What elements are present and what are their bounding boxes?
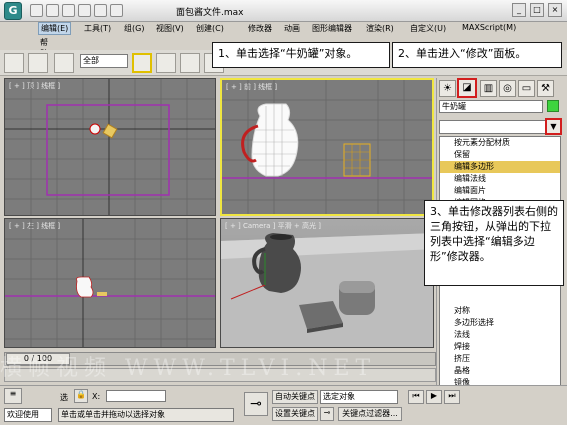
modifier-item[interactable]: 按元素分配材质 bbox=[440, 137, 560, 149]
modifier-item-edit-poly[interactable]: 编辑多边形 bbox=[440, 161, 560, 173]
modifier-item[interactable]: 保留 bbox=[440, 149, 560, 161]
modifier-item[interactable]: 法线 bbox=[440, 329, 560, 341]
play-icon[interactable]: ▶ bbox=[426, 390, 442, 404]
rectangle-selection-icon[interactable] bbox=[180, 53, 200, 73]
bind-spacewarp-icon[interactable] bbox=[54, 53, 74, 73]
key-mode-icon[interactable]: ⊸ bbox=[320, 407, 334, 421]
set-key-button[interactable]: 设置关键点 bbox=[272, 407, 318, 421]
modifier-item[interactable]: 晶格 bbox=[440, 365, 560, 377]
viewport-left[interactable]: [ + ] 左 ] 线框 ] bbox=[4, 218, 216, 348]
menu-animation[interactable]: 动画 bbox=[284, 23, 300, 34]
key-filters-button[interactable]: 关键点过滤器... bbox=[338, 407, 402, 421]
modifier-item[interactable]: 焊接 bbox=[440, 341, 560, 353]
track-bar-ruler[interactable] bbox=[4, 368, 436, 382]
menu-bar: 编辑(E) 工具(T) 组(G) 视图(V) 创建(C) 修改器 动画 图形编辑… bbox=[0, 22, 567, 36]
prompt-line: 单击或单击并拖动以选择对象 bbox=[58, 408, 234, 422]
motion-tab-icon[interactable]: ◎ bbox=[499, 80, 516, 97]
selected-object-dropdown[interactable]: 选定对象 bbox=[320, 390, 398, 404]
selection-lock-icon[interactable]: 🔒 bbox=[74, 389, 88, 403]
menu-create[interactable]: 创建(C) bbox=[196, 23, 224, 34]
viewport-top-grid bbox=[5, 79, 215, 215]
viewport-front[interactable]: [ + ] 前 ] 线框 ] bbox=[220, 78, 434, 216]
key-icon[interactable]: ⊸ bbox=[244, 392, 268, 416]
create-tab-sun-icon[interactable]: ☀ bbox=[439, 80, 456, 97]
undo-icon[interactable] bbox=[78, 4, 91, 17]
minimize-button[interactable]: _ bbox=[512, 3, 526, 17]
display-tab-icon[interactable]: ▭ bbox=[518, 80, 535, 97]
save-file-icon[interactable] bbox=[62, 4, 75, 17]
select-by-name-icon[interactable] bbox=[156, 53, 176, 73]
menu-views[interactable]: 视图(V) bbox=[156, 23, 184, 34]
modify-tab-icon[interactable]: ◪ bbox=[457, 78, 477, 98]
menu-edit[interactable]: 编辑(E) bbox=[38, 22, 72, 35]
app-logo-icon[interactable]: G bbox=[4, 2, 22, 20]
modifier-list-arrow-button[interactable]: ▼ bbox=[545, 118, 562, 135]
close-button[interactable]: × bbox=[548, 3, 562, 17]
selection-filter-dropdown[interactable]: 全部 bbox=[80, 54, 128, 68]
open-file-icon[interactable] bbox=[46, 4, 59, 17]
viewport-top[interactable]: [ + ] 顶 ] 线框 ] bbox=[4, 78, 216, 216]
undo-tool-icon[interactable] bbox=[4, 53, 24, 73]
select-object-icon[interactable] bbox=[132, 53, 152, 73]
modifier-item[interactable]: 编辑法线 bbox=[440, 173, 560, 185]
menu-modifiers[interactable]: 修改器 bbox=[248, 23, 272, 34]
new-file-icon[interactable] bbox=[30, 4, 43, 17]
menu-customize[interactable]: 自定义(U) bbox=[410, 23, 446, 34]
modifier-item[interactable] bbox=[440, 293, 560, 305]
object-color-swatch[interactable] bbox=[547, 100, 559, 112]
viewport-front-grid bbox=[222, 80, 432, 214]
title-bar: G 面包酱文件.max _ □ × bbox=[0, 0, 567, 22]
callout-step-2: 2、单击进入“修改”面板。 bbox=[392, 42, 562, 68]
menu-maxscript[interactable]: MAXScript(M) bbox=[462, 23, 516, 32]
maxscript-listener-icon[interactable]: ≡ bbox=[4, 388, 22, 404]
modifier-item[interactable]: 挤压 bbox=[440, 353, 560, 365]
callout-step-3: 3、单击修改器列表右侧的三角按钮，从弹出的下拉列表中选择“编辑多边形”修改器。 bbox=[424, 200, 564, 286]
x-coordinate-label: X: bbox=[92, 392, 101, 401]
status-bar: ≡ 欢迎使用 选 🔒 X: 单击或单击并拖动以选择对象 ⊸ 自动关键点 选定对象… bbox=[0, 385, 567, 425]
modifier-item[interactable]: 多边形选择 bbox=[440, 317, 560, 329]
window-title: 面包酱文件.max bbox=[176, 8, 244, 18]
viewport-perspective-scene bbox=[221, 233, 433, 347]
utilities-tab-icon[interactable]: ⚒ bbox=[537, 80, 554, 97]
x-coordinate-field[interactable] bbox=[106, 390, 166, 402]
hierarchy-tab-icon[interactable]: ▥ bbox=[480, 80, 497, 97]
menu-graph-editors[interactable]: 图形编辑器 bbox=[312, 23, 352, 34]
project-folder-icon[interactable] bbox=[110, 4, 123, 17]
welcome-field[interactable]: 欢迎使用 bbox=[4, 408, 52, 422]
redo-icon[interactable] bbox=[94, 4, 107, 17]
viewport-left-grid bbox=[5, 219, 215, 347]
modifier-item[interactable]: 编辑面片 bbox=[440, 185, 560, 197]
menu-rendering[interactable]: 渲染(R) bbox=[366, 23, 394, 34]
go-to-start-icon[interactable]: ⏮ bbox=[408, 390, 424, 404]
link-tool-icon[interactable] bbox=[28, 53, 48, 73]
selection-label: 选 bbox=[60, 393, 68, 402]
menu-group[interactable]: 组(G) bbox=[124, 23, 144, 34]
maximize-button[interactable]: □ bbox=[530, 3, 544, 17]
modifier-list-dropdown[interactable] bbox=[439, 120, 561, 134]
modifier-item[interactable]: 对称 bbox=[440, 305, 560, 317]
menu-tools[interactable]: 工具(T) bbox=[84, 23, 111, 34]
viewport-perspective[interactable]: [ + ] Camera ] 平滑 + 高光 ] bbox=[220, 218, 434, 348]
auto-key-button[interactable]: 自动关键点 bbox=[272, 390, 318, 404]
object-name-field[interactable]: 牛奶罐 bbox=[439, 100, 543, 113]
time-slider-thumb[interactable]: 0 / 100 bbox=[6, 353, 70, 365]
callout-step-1: 1、单击选择“牛奶罐”对象。 bbox=[212, 42, 390, 68]
go-to-end-icon[interactable]: ⏭ bbox=[444, 390, 460, 404]
